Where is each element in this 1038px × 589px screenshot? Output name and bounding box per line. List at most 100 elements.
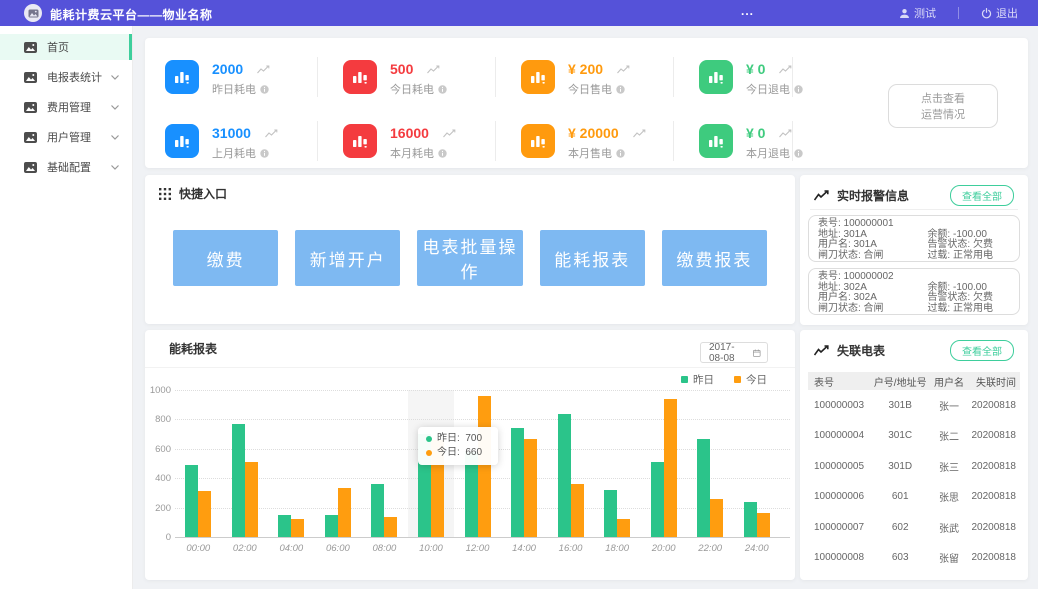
- stat-label: 本月耗电: [390, 145, 434, 161]
- bar-今日-00:00: [198, 491, 211, 537]
- quick-button-电表批量操作[interactable]: 电表批量操作: [417, 230, 522, 286]
- stat-value: 500: [390, 61, 413, 77]
- bar-今日-24:00: [757, 513, 770, 537]
- alert-card: 表号: 100000002地址: 302A余额: -100.00用户名: 302…: [808, 268, 1020, 315]
- cell: 602: [872, 522, 929, 533]
- cell: 张武: [929, 520, 969, 535]
- sidebar-item-用户管理[interactable]: 用户管理: [0, 124, 132, 150]
- alert-field: 过载: 正常用电: [927, 304, 993, 315]
- ops-line1: 点击查看: [889, 91, 997, 107]
- x-label: 24:00: [733, 543, 780, 554]
- sidebar-item-首页[interactable]: 首页: [0, 34, 132, 60]
- bar-昨日-14:00: [511, 428, 524, 537]
- info-icon[interactable]: [794, 149, 803, 158]
- sidebar-item-label: 费用管理: [47, 99, 91, 115]
- bar-今日-18:00: [617, 519, 630, 537]
- divider: [145, 367, 795, 368]
- bar-今日-22:00: [710, 499, 723, 537]
- stat-label: 本月售电: [568, 145, 612, 161]
- sidebar-item-电报表统计[interactable]: 电报表统计: [0, 64, 132, 90]
- bar-今日-14:00: [524, 439, 537, 537]
- col-header: 失联时间: [969, 374, 1020, 389]
- quick-entry-title: 快捷入口: [179, 185, 227, 202]
- quick-entry-card: 快捷入口 缴费新增开户电表批量操作能耗报表缴费报表: [145, 175, 795, 324]
- info-icon[interactable]: [616, 85, 625, 94]
- x-label: 00:00: [175, 543, 222, 554]
- stat-本月耗电: 16000本月耗电: [343, 124, 493, 161]
- quick-button-新增开户[interactable]: 新增开户: [295, 230, 400, 286]
- view-operations-button[interactable]: 点击查看 运营情况: [888, 84, 998, 128]
- cell: 张一: [929, 398, 969, 413]
- x-label: 08:00: [361, 543, 408, 554]
- bar-昨日-24:00: [744, 502, 757, 537]
- cell: 20200818: [969, 522, 1020, 533]
- quick-button-能耗报表[interactable]: 能耗报表: [540, 230, 645, 286]
- image-icon: [24, 42, 37, 53]
- bar-今日-04:00: [291, 519, 304, 537]
- cell: 100000007: [808, 522, 872, 533]
- app-logo: [24, 4, 42, 22]
- sidebar-item-基础配置[interactable]: 基础配置: [0, 154, 132, 180]
- realtime-alerts-card: 实时报警信息 查看全部 表号: 100000001地址: 301A余额: -10…: [800, 175, 1028, 325]
- y-tick: 0: [147, 532, 171, 543]
- bar-chart-icon: [343, 124, 377, 158]
- cell: 100000008: [808, 552, 872, 563]
- calendar-icon: [753, 348, 761, 358]
- stat-value: ¥ 200: [568, 61, 603, 77]
- info-icon[interactable]: [616, 149, 625, 158]
- chevron-down-icon: [111, 105, 119, 110]
- quick-button-缴费[interactable]: 缴费: [173, 230, 278, 286]
- trend-mini-icon: [265, 129, 278, 138]
- alert-field: 过载: 正常用电: [927, 251, 993, 262]
- offline-table-header: 表号户号/地址号用户名失联时间: [808, 372, 1020, 390]
- stat-今日售电: ¥ 200今日售电: [521, 60, 671, 97]
- stat-昨日耗电: 2000昨日耗电: [165, 60, 315, 97]
- cell: 603: [872, 552, 929, 563]
- cell: 601: [872, 491, 929, 502]
- y-tick: 600: [147, 444, 171, 455]
- table-row: 100000005301D张三20200818: [808, 451, 1020, 482]
- cell: 301B: [872, 400, 929, 411]
- stat-label: 上月耗电: [212, 145, 256, 161]
- sidebar-item-费用管理[interactable]: 费用管理: [0, 94, 132, 120]
- quick-button-缴费报表[interactable]: 缴费报表: [662, 230, 767, 286]
- info-icon[interactable]: [794, 85, 803, 94]
- alerts-title: 实时报警信息: [837, 187, 909, 204]
- stat-label: 今日退电: [746, 81, 790, 97]
- logout-button[interactable]: 退出: [981, 5, 1018, 21]
- offline-view-all-button[interactable]: 查看全部: [950, 340, 1014, 361]
- info-icon[interactable]: [438, 149, 447, 158]
- date-picker[interactable]: 2017-08-08: [700, 342, 768, 363]
- x-label: 18:00: [594, 543, 641, 554]
- trend-icon: [814, 190, 829, 201]
- x-label: 16:00: [547, 543, 594, 554]
- sidebar-item-label: 基础配置: [47, 159, 91, 175]
- cell: 301D: [872, 461, 929, 472]
- table-row: 100000003301B张一20200818: [808, 390, 1020, 421]
- offline-meters-card: 失联电表 查看全部 表号户号/地址号用户名失联时间 100000003301B张…: [800, 330, 1028, 580]
- cell: 张二: [929, 428, 969, 443]
- trend-mini-icon: [257, 65, 270, 74]
- bar-昨日-20:00: [651, 462, 664, 537]
- alert-meter-no: 表号: 100000001: [818, 219, 1010, 230]
- alerts-view-all-button[interactable]: 查看全部: [950, 185, 1014, 206]
- power-icon: [981, 8, 992, 19]
- trend-mini-icon: [779, 129, 792, 138]
- legend-昨日[interactable]: 昨日: [681, 372, 714, 387]
- header-collapse-dots[interactable]: ...: [741, 4, 754, 18]
- table-row: 100000006601张思20200818: [808, 482, 1020, 513]
- info-icon[interactable]: [438, 85, 447, 94]
- gridline-0: [175, 537, 790, 538]
- bar-昨日-08:00: [371, 484, 384, 537]
- tooltip-line: 昨日: 700: [437, 432, 482, 446]
- info-icon[interactable]: [260, 149, 269, 158]
- legend-今日[interactable]: 今日: [734, 372, 767, 387]
- divider: [673, 57, 674, 97]
- user-menu[interactable]: 测试: [899, 5, 936, 21]
- sidebar-item-label: 首页: [47, 39, 69, 55]
- stat-label: 本月退电: [746, 145, 790, 161]
- table-row: 100000004301C张二20200818: [808, 421, 1020, 452]
- chevron-down-icon: [111, 75, 119, 80]
- divider: [810, 209, 1018, 210]
- info-icon[interactable]: [260, 85, 269, 94]
